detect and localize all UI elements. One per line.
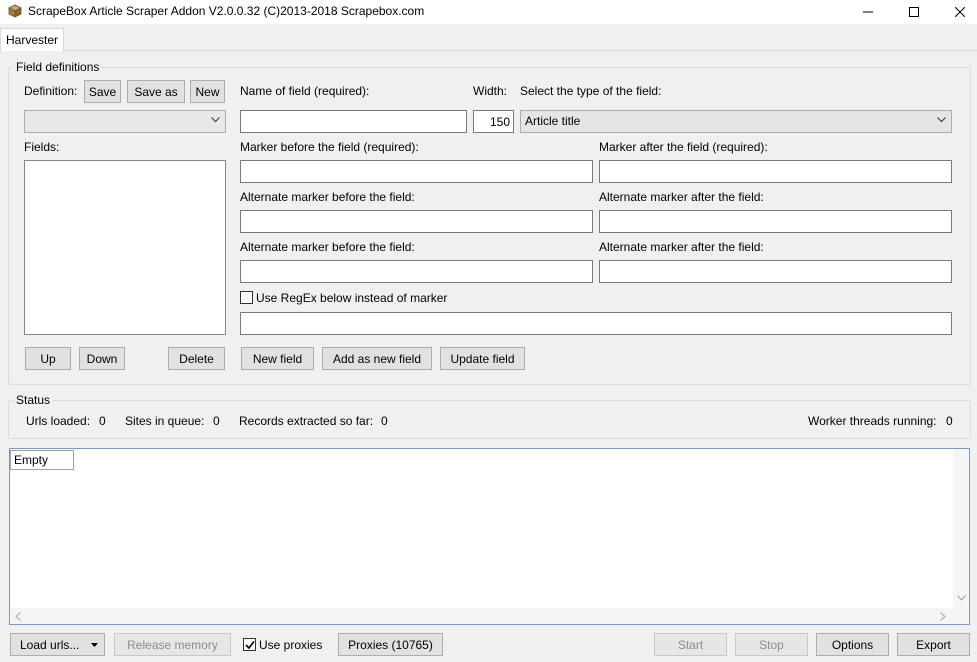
load-urls-label: Load urls...: [20, 637, 80, 652]
fields-label: Fields:: [24, 140, 60, 154]
use-proxies-label[interactable]: Use proxies: [259, 638, 322, 652]
field-type-label: Select the type of the field:: [520, 84, 662, 98]
urls-loaded-value: 0: [99, 414, 106, 428]
update-field-button[interactable]: Update field: [440, 347, 525, 370]
definition-label: Definition:: [24, 84, 78, 98]
export-button[interactable]: Export: [897, 633, 970, 656]
new-definition-button[interactable]: New: [190, 80, 225, 103]
checkmark-icon: [245, 641, 255, 650]
tab-harvester[interactable]: Harvester: [0, 28, 64, 51]
title-bar: ScrapeBox Article Scraper Addon V2.0.0.3…: [0, 0, 977, 24]
stop-button[interactable]: Stop: [735, 633, 808, 656]
fields-list[interactable]: [24, 160, 226, 335]
options-button[interactable]: Options: [816, 633, 889, 656]
sites-in-queue-label: Sites in queue:: [125, 414, 205, 428]
results-grid[interactable]: Empty: [9, 448, 970, 625]
records-extracted-label: Records extracted so far:: [239, 414, 374, 428]
horizontal-scrollbar[interactable]: [10, 608, 969, 624]
records-extracted-value: 0: [381, 414, 388, 428]
new-field-button[interactable]: New field: [241, 347, 314, 370]
minimize-button[interactable]: [845, 0, 891, 24]
close-button[interactable]: [937, 0, 977, 24]
worker-threads-label: Worker threads running:: [808, 414, 937, 428]
release-memory-button[interactable]: Release memory: [114, 633, 231, 656]
alt-marker-before-1-label: Alternate marker before the field:: [240, 190, 415, 204]
maximize-icon: [909, 7, 919, 17]
width-label: Width:: [473, 84, 508, 98]
alt-marker-after-2-input[interactable]: [599, 260, 952, 283]
chevron-down-icon: [937, 117, 946, 123]
regex-input[interactable]: [240, 312, 952, 335]
field-type-value: Article title: [525, 114, 581, 128]
urls-loaded-label: Urls loaded:: [26, 414, 91, 428]
marker-before-input[interactable]: [240, 160, 593, 183]
alt-marker-before-2-label: Alternate marker before the field:: [240, 240, 415, 254]
chevron-down-icon: [211, 117, 220, 123]
column-header[interactable]: Empty: [10, 450, 74, 470]
use-regex-checkbox[interactable]: [240, 291, 253, 304]
vertical-scrollbar[interactable]: [953, 449, 969, 608]
alt-marker-after-2-label: Alternate marker after the field:: [599, 240, 764, 254]
alt-marker-after-1-label: Alternate marker after the field:: [599, 190, 764, 204]
alt-marker-after-1-input[interactable]: [599, 210, 952, 233]
delete-button[interactable]: Delete: [168, 347, 225, 370]
close-icon: [955, 7, 965, 17]
save-as-button[interactable]: Save as: [127, 80, 185, 103]
alt-marker-before-2-input[interactable]: [240, 260, 593, 283]
box-icon: [8, 4, 22, 18]
maximize-button[interactable]: [891, 0, 937, 24]
use-regex-label[interactable]: Use RegEx below instead of marker: [256, 291, 447, 305]
add-as-new-field-button[interactable]: Add as new field: [322, 347, 432, 370]
minimize-icon: [863, 11, 873, 13]
alt-marker-before-1-input[interactable]: [240, 210, 593, 233]
chevron-left-icon[interactable]: [15, 612, 21, 621]
chevron-right-icon[interactable]: [940, 612, 946, 621]
sites-in-queue-value: 0: [213, 414, 220, 428]
chevron-down-icon[interactable]: [957, 595, 966, 601]
proxies-button[interactable]: Proxies (10765): [338, 633, 443, 656]
status-title: Status: [13, 393, 54, 407]
up-button[interactable]: Up: [25, 347, 71, 370]
marker-before-label: Marker before the field (required):: [240, 140, 419, 154]
marker-after-input[interactable]: [599, 160, 952, 183]
width-input[interactable]: [473, 110, 514, 133]
definition-select[interactable]: [24, 110, 226, 133]
use-proxies-checkbox[interactable]: [243, 638, 256, 651]
name-of-field-label: Name of field (required):: [240, 84, 370, 98]
name-of-field-input[interactable]: [240, 110, 467, 133]
window-title: ScrapeBox Article Scraper Addon V2.0.0.3…: [28, 4, 425, 18]
tab-strip-divider: [0, 50, 977, 51]
field-definitions-title: Field definitions: [13, 60, 103, 74]
start-button[interactable]: Start: [654, 633, 727, 656]
save-button[interactable]: Save: [84, 80, 121, 103]
caret-down-icon: [91, 643, 98, 647]
worker-threads-value: 0: [946, 414, 953, 428]
down-button[interactable]: Down: [79, 347, 125, 370]
marker-after-label: Marker after the field (required):: [599, 140, 768, 154]
load-urls-button[interactable]: Load urls...: [10, 633, 105, 656]
field-type-select[interactable]: Article title: [520, 110, 952, 133]
